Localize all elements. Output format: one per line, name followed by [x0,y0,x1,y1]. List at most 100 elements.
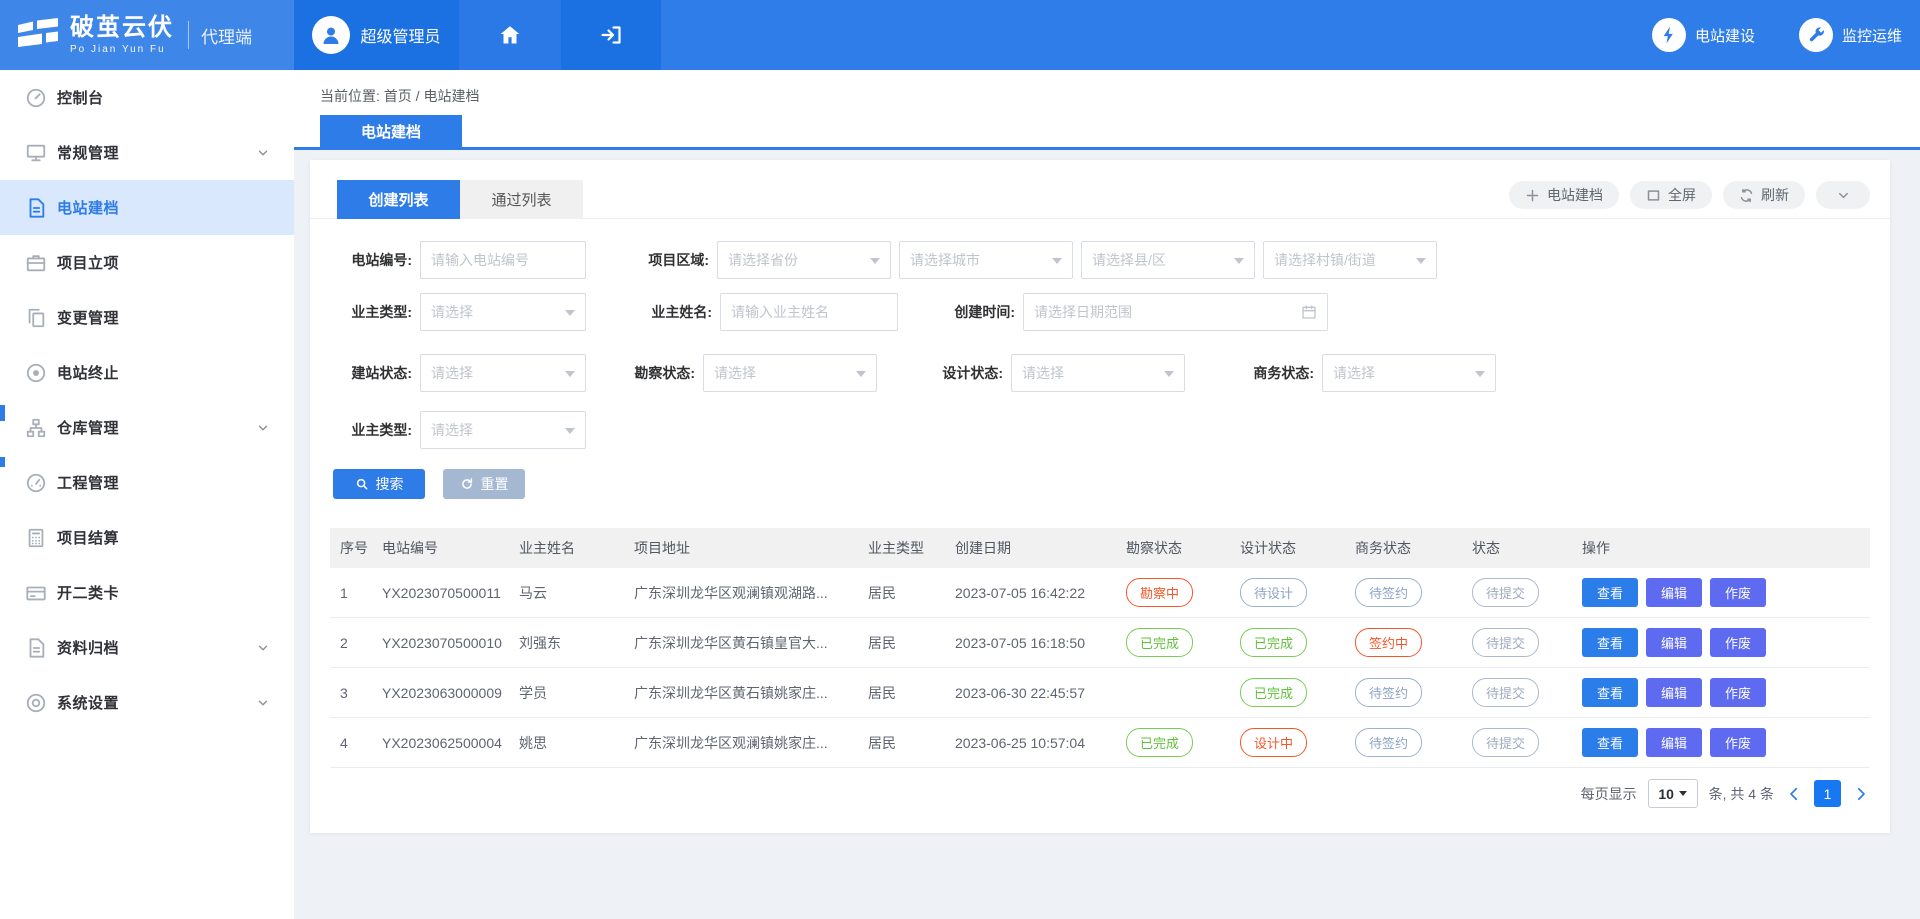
nav-label: 监控运维 [1842,25,1902,46]
date-range-input[interactable]: 请选择日期范围 [1023,293,1328,331]
breadcrumb-path[interactable]: 首页 / 电站建档 [384,88,480,104]
view-button[interactable]: 查看 [1582,628,1638,657]
create-station-label: 电站建档 [1547,185,1603,205]
list-tabs: 创建列表 通过列表 [337,180,583,219]
per-page-select[interactable]: 10 [1648,779,1698,808]
status-badge: 待提交 [1472,628,1539,657]
station-no-cell: YX2023070500010 [372,618,509,668]
view-button[interactable]: 查看 [1582,678,1638,707]
prev-page-button[interactable] [1785,785,1803,803]
column-header: 操作 [1572,528,1870,568]
design-status-select[interactable]: 请选择 [1011,354,1185,392]
settings-icon [25,692,47,714]
create-station-button[interactable]: 电站建档 [1509,181,1619,209]
station-no-input[interactable]: 请输入电站编号 [420,241,586,279]
sidebar-item-project-approval[interactable]: 项目立项 [0,235,294,290]
page-tab-station-filing[interactable]: 电站建档 [320,115,462,147]
edit-button[interactable]: 编辑 [1646,728,1702,757]
refresh-button[interactable]: 刷新 [1723,181,1805,209]
sidebar-item-system-settings[interactable]: 系统设置 [0,675,294,730]
business-status-select[interactable]: 请选择 [1322,354,1496,392]
chevron-down-icon [1836,188,1851,203]
sidebar-item-station-termination[interactable]: 电站终止 [0,345,294,400]
filter-row-4: 业主类型: 请选择 [310,411,1890,449]
station-no-cell: YX2023063000009 [372,668,509,718]
sidebar-item-type2-card[interactable]: 开二类卡 [0,565,294,620]
fullscreen-icon [1646,188,1661,203]
void-button[interactable]: 作废 [1710,578,1766,607]
filter-row-2: 业主类型: 请选择 业主姓名: 请输入业主姓名 创建时间: 请选择日期范围 [310,293,1890,331]
tab-create-list[interactable]: 创建列表 [337,180,460,219]
table-row: 3YX2023063000009学员广东深圳龙华区黄石镇姚家庄...居民2023… [330,668,1870,718]
city-select[interactable]: 请选择城市 [899,241,1073,279]
void-button[interactable]: 作废 [1710,628,1766,657]
sidebar-item-console[interactable]: 控制台 [0,70,294,125]
lightning-icon [1652,18,1686,52]
town-select[interactable]: 请选择村镇/街道 [1263,241,1437,279]
avatar [312,16,350,54]
tab-passed-list[interactable]: 通过列表 [460,180,583,219]
logout-button[interactable] [561,0,661,70]
nav-monitoring-ops[interactable]: 监控运维 [1799,18,1902,52]
view-button[interactable]: 查看 [1582,578,1638,607]
brand-subtitle: Po Jian Yun Fu [70,44,174,55]
station-no-label: 电站编号: [337,250,420,270]
nav-station-construction[interactable]: 电站建设 [1652,18,1755,52]
sidebar-item-label: 仓库管理 [57,417,119,438]
dashboard-icon [25,87,47,109]
sidebar-item-archives[interactable]: 资料归档 [0,620,294,675]
placeholder-text: 请选择 [431,363,473,383]
edit-button[interactable]: 编辑 [1646,678,1702,707]
station-table: 序号电站编号业主姓名项目地址业主类型创建日期勘察状态设计状态商务状态状态操作 1… [330,528,1870,768]
sidebar-item-engineering[interactable]: 工程管理 [0,455,294,510]
edit-button[interactable]: 编辑 [1646,628,1702,657]
column-header: 业主姓名 [509,528,624,568]
sidebar-item-station-filing[interactable]: 电站建档 [0,180,294,235]
survey-status-select[interactable]: 请选择 [703,354,877,392]
next-page-button[interactable] [1852,785,1870,803]
owner-type-select[interactable]: 请选择 [420,293,586,331]
sidebar-item-warehouse[interactable]: 仓库管理 [0,400,294,455]
status-badge: 勘察中 [1126,578,1193,607]
brand-title: 破茧云伏 [70,16,174,40]
home-button[interactable] [459,0,561,70]
created-date-cell: 2023-07-05 16:18:50 [945,618,1116,668]
sidebar-item-general[interactable]: 常规管理 [0,125,294,180]
table-row: 2YX2023070500010刘强东广东深圳龙华区黄石镇皇官大...居民202… [330,618,1870,668]
owner-type-cell: 居民 [858,718,945,768]
edit-button[interactable]: 编辑 [1646,578,1702,607]
select-caret-icon [565,428,575,439]
page-number-button[interactable]: 1 [1814,780,1841,807]
user-menu[interactable]: 超级管理员 [294,0,459,70]
search-button[interactable]: 搜索 [333,469,425,499]
void-button[interactable]: 作废 [1710,678,1766,707]
sidebar-item-label: 控制台 [57,87,104,108]
sidebar-item-label: 工程管理 [57,472,119,493]
reset-button[interactable]: 重置 [443,469,525,499]
table-row: 1YX2023070500011马云广东深圳龙华区观澜镇观湖路...居民2023… [330,568,1870,618]
refresh-icon [1739,188,1754,203]
fullscreen-button[interactable]: 全屏 [1630,181,1712,209]
row-actions: 查看编辑作废 [1572,668,1870,718]
county-select[interactable]: 请选择县/区 [1081,241,1255,279]
pagination: 每页显示 10 条, 共 4 条 1 [310,779,1870,808]
build-status-select[interactable]: 请选择 [420,354,586,392]
owner-name-input[interactable]: 请输入业主姓名 [720,293,898,331]
gauge-icon [25,472,47,494]
sidebar-item-settlement[interactable]: 项目结算 [0,510,294,565]
sidebar-item-change-mgmt[interactable]: 变更管理 [0,290,294,345]
void-button[interactable]: 作废 [1710,728,1766,757]
column-header: 状态 [1462,528,1572,568]
collapse-toolbar-button[interactable] [1816,181,1870,209]
brand-divider [188,21,189,49]
top-right-nav: 电站建设 监控运维 [1652,0,1920,70]
placeholder-text: 请选择省份 [728,250,798,270]
created-date-cell: 2023-06-25 10:57:04 [945,718,1116,768]
station-table-wrap: 序号电站编号业主姓名项目地址业主类型创建日期勘察状态设计状态商务状态状态操作 1… [330,528,1870,768]
chevron-down-icon [256,421,270,435]
province-select[interactable]: 请选择省份 [717,241,891,279]
owner-type2-select[interactable]: 请选择 [420,411,586,449]
view-button[interactable]: 查看 [1582,728,1638,757]
accent-divider [294,147,1920,150]
status-badge: 设计中 [1240,728,1307,757]
